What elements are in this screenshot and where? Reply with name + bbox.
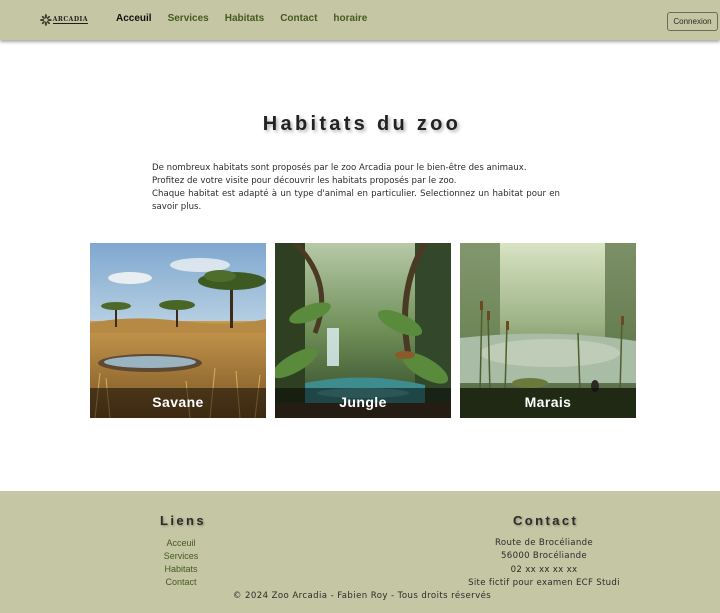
footer-link-contact[interactable]: Contact	[141, 576, 221, 589]
footer-links-title: Liens	[160, 513, 206, 528]
logo[interactable]: ARCADIA	[40, 10, 88, 30]
footer: Liens Acceuil Services Habitats Contact …	[0, 491, 720, 613]
intro-text: De nombreux habitats sont proposés par l…	[152, 162, 560, 214]
footer-link-services[interactable]: Services	[141, 550, 221, 563]
habitat-card-marais[interactable]: Marais	[460, 243, 636, 418]
habitat-label: Marais	[460, 388, 636, 418]
habitat-card-savane[interactable]: Savane	[90, 243, 266, 418]
contact-phone: 02 xx xx xx xx	[510, 564, 578, 575]
intro-line: Profitez de votre visite pour découvrir …	[152, 176, 457, 186]
contact-address: Route de Brocéliande	[495, 538, 593, 548]
page-title: Habitats du zoo	[262, 113, 462, 135]
nav-link-contact[interactable]: Contact	[280, 12, 317, 26]
logo-leaf-icon	[40, 14, 52, 26]
footer-links: Acceuil Services Habitats Contact	[141, 537, 221, 589]
copyright: © 2024 Zoo Arcadia - Fabien Roy - Tous d…	[232, 591, 492, 601]
habitat-cards: Savane Jungle Marais	[90, 243, 636, 418]
habitat-label: Jungle	[275, 388, 451, 418]
intro-line: De nombreux habitats sont proposés par l…	[152, 163, 527, 173]
nav-link-horaire[interactable]: horaire	[333, 12, 367, 26]
nav-link-acceuil[interactable]: Acceuil	[116, 12, 152, 26]
habitat-card-jungle[interactable]: Jungle	[275, 243, 451, 418]
habitat-label: Savane	[90, 388, 266, 418]
contact-city: 56000 Brocéliande	[501, 551, 587, 562]
nav-link-habitats[interactable]: Habitats	[225, 12, 264, 26]
logo-text: ARCADIA	[52, 16, 88, 24]
footer-link-habitats[interactable]: Habitats	[141, 563, 221, 576]
contact-note: Site fictif pour examen ECF Studi	[468, 577, 620, 588]
intro-line: Chaque habitat est adapté à un type d'an…	[152, 189, 560, 212]
nav-link-services[interactable]: Services	[168, 12, 209, 26]
footer-link-acceuil[interactable]: Acceuil	[141, 537, 221, 550]
login-button[interactable]: Connexion	[667, 12, 718, 31]
nav-links: Acceuil Services Habitats Contact horair…	[116, 12, 383, 26]
footer-contact: Route de Brocéliande 56000 Brocéliande 0…	[444, 537, 644, 590]
footer-contact-title: Contact	[513, 513, 579, 528]
navbar: ARCADIA Acceuil Services Habitats Contac…	[0, 0, 720, 40]
